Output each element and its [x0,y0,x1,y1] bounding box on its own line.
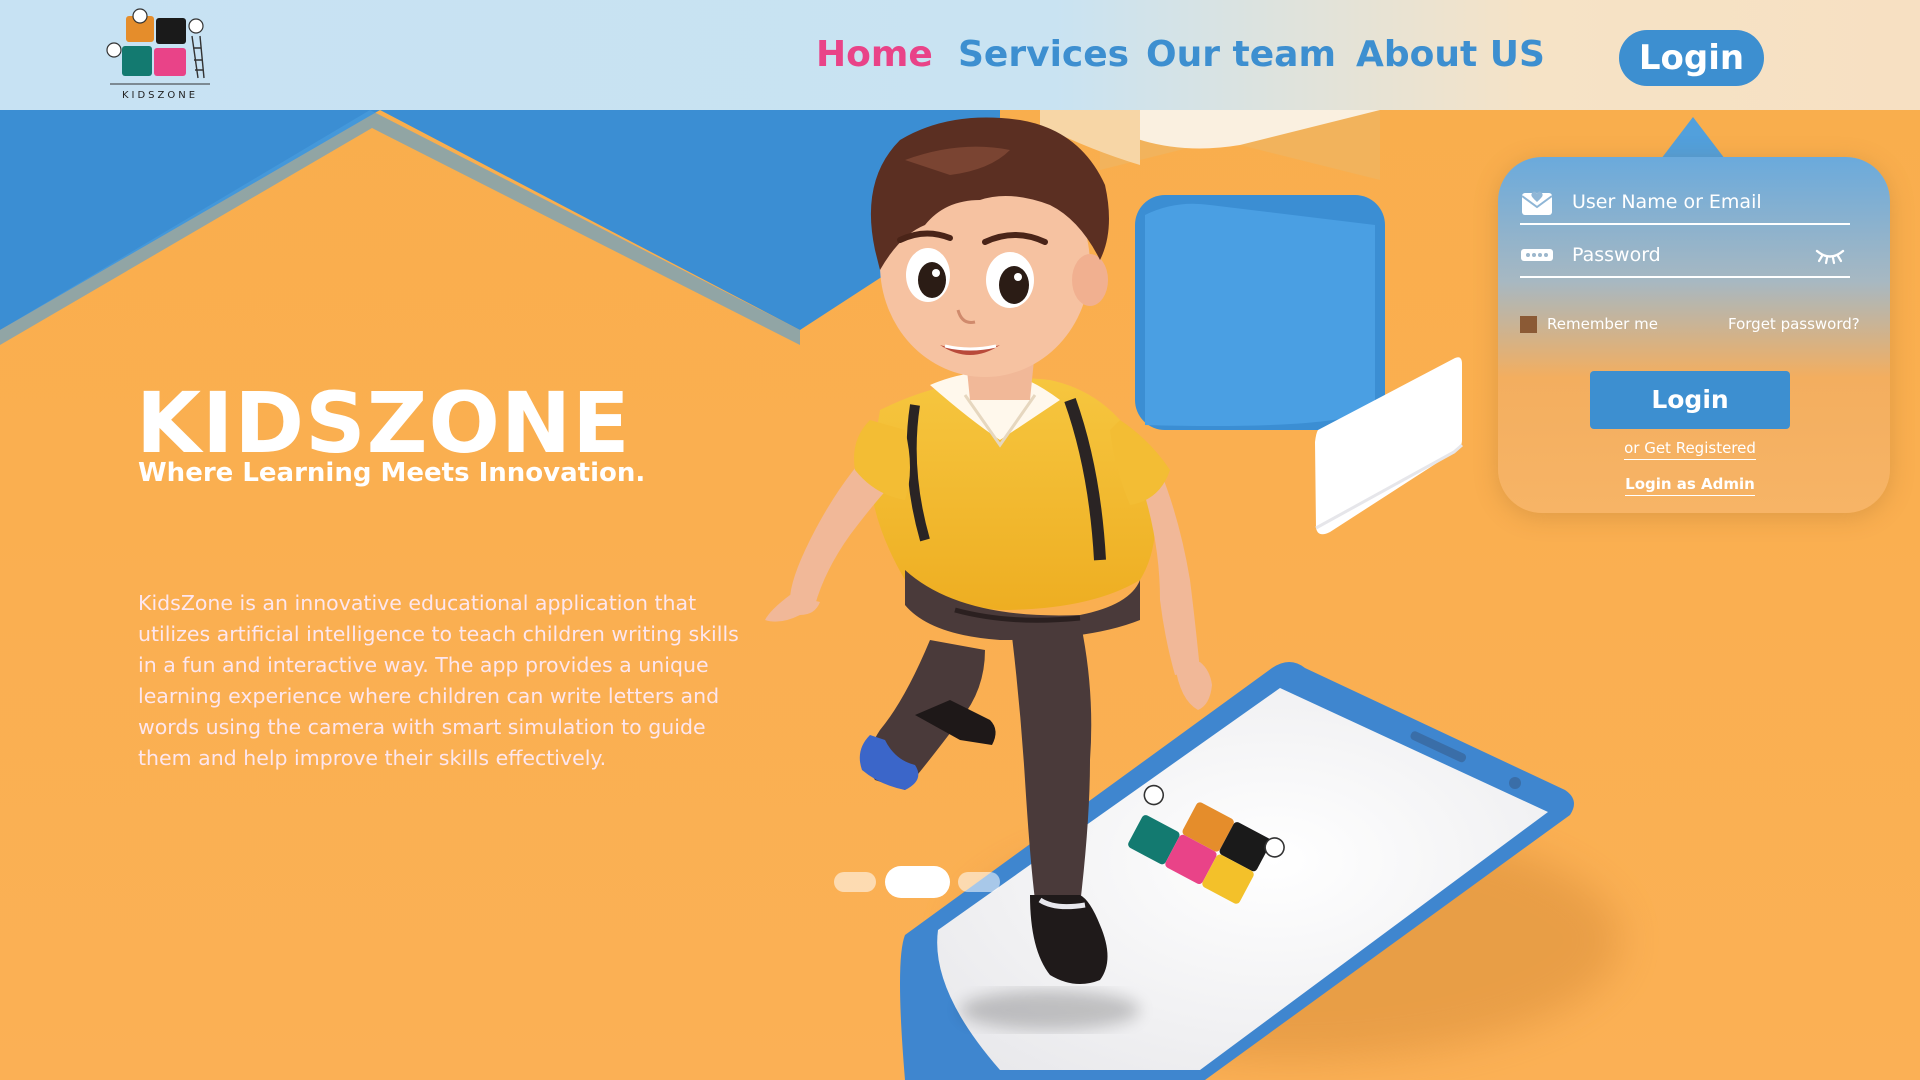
top-navbar: KIDSZONE Home Services Our team About US… [0,0,1920,110]
panel-login-button[interactable]: Login [1590,371,1790,429]
get-registered-link[interactable]: or Get Registered [1624,439,1756,460]
username-input[interactable] [1572,185,1832,219]
remember-me-checkbox[interactable] [1520,316,1537,333]
slider-dot-2-active[interactable] [885,866,950,898]
login-panel: Remember me Forget password? Login or Ge… [1498,157,1890,513]
remember-me-label[interactable]: Remember me [1547,315,1658,333]
hero-subtitle: Where Learning Meets Innovation. [138,458,646,488]
register-row: or Get Registered [1498,439,1882,460]
slider-dot-3[interactable] [958,872,1000,892]
password-input[interactable] [1572,238,1832,272]
admin-row: Login as Admin [1498,475,1882,496]
closed-eye-icon[interactable] [1814,246,1846,266]
nav-home[interactable]: Home [816,34,933,75]
password-dots-icon [1521,249,1553,261]
login-as-admin-link[interactable]: Login as Admin [1625,475,1755,496]
logo-wordmark: KIDSZONE [122,90,198,101]
hero-description: KidsZone is an innovative educational ap… [138,591,739,770]
forgot-password-link[interactable]: Forget password? [1728,315,1860,333]
slider-dot-1[interactable] [834,872,876,892]
nav-services[interactable]: Services [958,34,1129,75]
header-login-button[interactable]: Login [1619,30,1764,86]
login-panel-pointer [1661,117,1725,159]
username-field [1520,181,1850,225]
nav-about-us[interactable]: About US [1356,34,1545,75]
password-field [1520,234,1850,278]
nav-our-team[interactable]: Our team [1146,34,1336,75]
mail-heart-icon [1521,191,1553,215]
